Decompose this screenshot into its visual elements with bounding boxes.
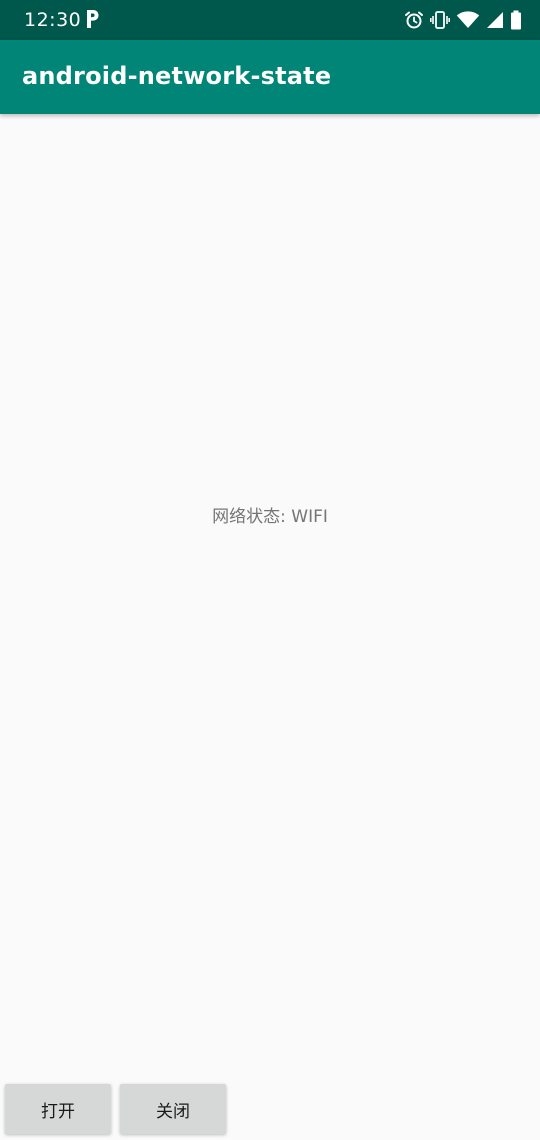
app-screen: 12:30 android-network-state 网络状态: WIFI 打…	[0, 0, 540, 1140]
status-time: 12:30	[24, 9, 82, 31]
wifi-icon	[456, 11, 480, 28]
status-icons	[404, 9, 522, 31]
app-title: android-network-state	[22, 62, 332, 90]
close-button[interactable]: 关闭	[120, 1084, 226, 1134]
parking-icon	[87, 10, 99, 28]
main-content	[0, 114, 540, 1140]
status-bar: 12:30	[0, 0, 540, 40]
cell-signal-icon	[487, 12, 503, 28]
network-status-text: 网络状态: WIFI	[212, 507, 328, 527]
open-button[interactable]: 打开	[5, 1084, 111, 1134]
vibrate-icon	[430, 11, 450, 29]
alarm-icon	[405, 11, 423, 29]
battery-icon	[511, 10, 521, 30]
app-bar: android-network-state	[0, 40, 540, 114]
